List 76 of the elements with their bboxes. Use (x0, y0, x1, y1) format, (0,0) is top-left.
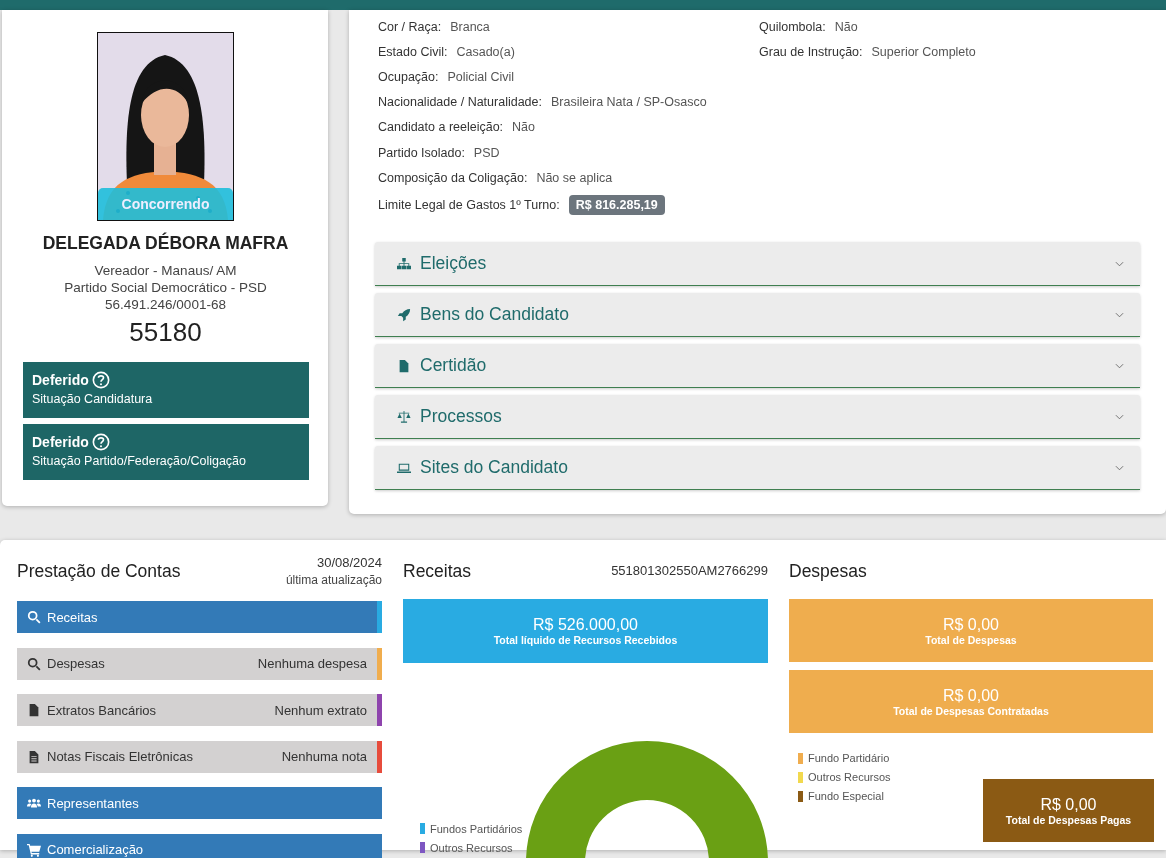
field-label: Nacionalidade / Naturalidade: (378, 95, 542, 110)
candidate-number: 55180 (129, 317, 202, 348)
candidate-detail: 56.491.246/0001-68 (105, 296, 226, 313)
section-title: Prestação de Contas (17, 561, 181, 582)
field-value: Superior Completo (871, 44, 976, 59)
file-icon (397, 358, 411, 373)
total-amount: R$ 0,00 (1040, 795, 1097, 814)
field-label: Partido Isolado: (378, 145, 465, 160)
chevron-icon (1115, 464, 1124, 471)
update-label: última atualização (285, 573, 382, 587)
menu-item[interactable]: Despesas Nenhuma despesa (17, 647, 382, 680)
accordion-header[interactable]: Processos (375, 395, 1140, 440)
total-label: Total de Despesas (925, 633, 1017, 646)
menu-item[interactable]: Comercialização (17, 833, 382, 858)
account-code: 551801302550AM2766299 (611, 563, 768, 578)
section-title: Despesas (789, 561, 867, 582)
total-amount: R$ 0,00 (942, 615, 999, 634)
accordion-header[interactable]: Sites do Candidato (375, 446, 1140, 491)
legend-label: Outros Recursos (808, 771, 891, 783)
field-label: Composição da Coligação: (378, 170, 528, 185)
field-value: Policial Civil (447, 69, 515, 84)
field-label: Candidato a reeleição: (378, 120, 504, 135)
field-value: PSD (473, 145, 500, 160)
chevron-icon (1115, 260, 1124, 267)
candidate-detail: Partido Social Democrático - PSD (64, 279, 267, 296)
amount-badge: R$ 816.285,19 (568, 195, 665, 216)
legend-label: Fundo Partidário (808, 752, 890, 764)
field-label: Ocupação: (378, 69, 439, 84)
candidate-name: DELEGADA DÉBORA MAFRA (42, 233, 289, 254)
field-value: Casado(a) (456, 44, 515, 59)
field-label: Quilombola: (759, 19, 826, 34)
legend-label: Outros Recursos (430, 841, 513, 854)
chevron-icon (1115, 413, 1124, 420)
accordion-header[interactable]: Bens do Candidato (375, 293, 1140, 338)
search-icon (27, 656, 41, 671)
help-icon[interactable] (91, 433, 110, 451)
menu-item[interactable]: Representantes (17, 787, 382, 819)
update-date: 30/08/2024 (316, 555, 382, 570)
file-icon (27, 703, 41, 717)
search-icon (27, 610, 41, 624)
field-value: Não (512, 120, 536, 135)
status-badge: Concorrendo (98, 188, 233, 220)
help-icon[interactable] (91, 371, 110, 389)
total-amount: R$ 526.000,00 (533, 616, 638, 634)
status-value: Deferido (32, 434, 89, 450)
menu-item[interactable]: Receitas (17, 601, 382, 633)
users-icon (27, 796, 41, 810)
section-title: Receitas (403, 561, 472, 582)
cart-icon (27, 842, 41, 857)
field-value: Não (834, 19, 858, 34)
status-label: Situação Partido/Federação/Coligação (32, 454, 248, 468)
field-label: Limite Legal de Gastos 1º Turno: (378, 198, 560, 213)
chevron-icon (1115, 311, 1124, 318)
total-amount: R$ 0,00 (942, 686, 999, 705)
field-label: Cor / Raça: (378, 19, 442, 34)
status-label: Situação Candidatura (32, 392, 154, 406)
candidate-detail: Vereador - Manaus/ AM (94, 262, 237, 279)
document-icon (27, 749, 41, 764)
accordion-header[interactable]: Eleições (375, 242, 1140, 287)
field-value: Branca (450, 19, 490, 34)
total-label: Total líquido de Recursos Recebidos (493, 634, 678, 646)
field-label: Estado Civil: (378, 44, 448, 59)
chevron-icon (1115, 362, 1124, 369)
rocket-icon (397, 307, 411, 322)
field-label: Grau de Instrução: (759, 44, 863, 59)
total-label: Total de Despesas Pagas (1005, 813, 1132, 826)
legend-label: Fundo Especial (808, 790, 884, 802)
legend-label: Fundos Partidários (430, 822, 523, 835)
total-label: Total de Despesas Contratadas (893, 704, 1049, 717)
menu-item[interactable]: Notas Fiscais Eletrônicas Nenhuma nota (17, 740, 382, 773)
menu-item[interactable]: Extratos Bancários Nenhum extrato (17, 694, 382, 726)
field-value: Brasileira Nata / SP-Osasco (551, 95, 707, 110)
sitemap-icon (397, 256, 411, 271)
status-value: Deferido (32, 372, 89, 388)
accordion-header[interactable]: Certidão (375, 344, 1140, 389)
field-value: Não se aplica (536, 170, 613, 185)
